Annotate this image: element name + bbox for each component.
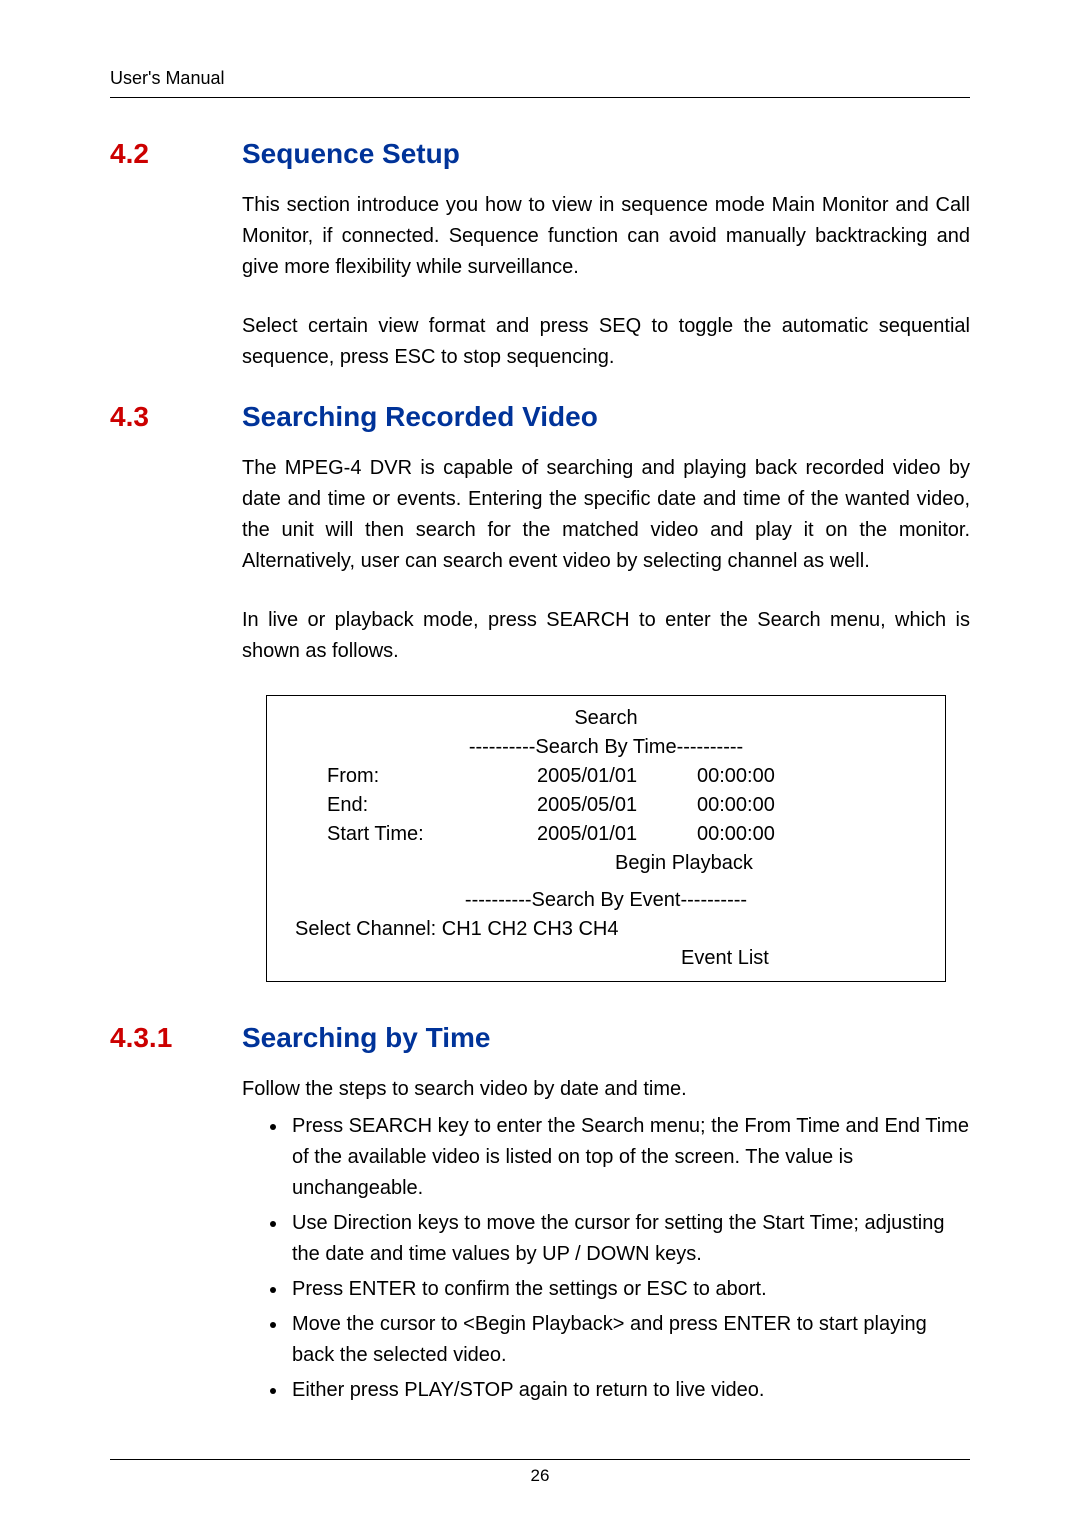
steps-list: Press SEARCH key to enter the Search men… [262,1111,970,1406]
event-list: Event List [283,944,929,973]
paragraph: In live or playback mode, press SEARCH t… [242,605,970,667]
section-4-3-1-intro: Follow the steps to search video by date… [242,1074,970,1105]
begin-playback: Begin Playback [283,849,929,878]
paragraph: Select certain view format and press SEQ… [242,311,970,373]
search-from-row: From: 2005/01/01 00:00:00 [283,762,929,791]
header-label: User's Manual [110,68,970,89]
footer-rule [110,1459,970,1460]
search-start-row: Start Time: 2005/01/01 00:00:00 [283,820,929,849]
search-by-event-divider: ----------Search By Event---------- [283,886,929,915]
header-rule [110,97,970,98]
from-label: From: [327,762,537,791]
from-date: 2005/01/01 [537,762,697,791]
start-time-label: Start Time: [327,820,537,849]
section-title: Sequence Setup [242,138,460,170]
from-time: 00:00:00 [697,762,775,791]
section-4-3-heading: 4.3 Searching Recorded Video [110,401,970,433]
section-4-2-body: This section introduce you how to view i… [242,190,970,373]
list-item: Either press PLAY/STOP again to return t… [288,1375,970,1406]
section-title: Searching Recorded Video [242,401,598,433]
section-number: 4.3.1 [110,1022,242,1054]
list-item: Use Direction keys to move the cursor fo… [288,1208,970,1270]
section-number: 4.3 [110,401,242,433]
search-end-row: End: 2005/05/01 00:00:00 [283,791,929,820]
search-menu-box: Search ----------Search By Time---------… [266,695,946,982]
paragraph: This section introduce you how to view i… [242,190,970,283]
section-4-3-1-heading: 4.3.1 Searching by Time [110,1022,970,1054]
page-footer: 26 [110,1459,970,1486]
section-number: 4.2 [110,138,242,170]
list-item: Press ENTER to confirm the settings or E… [288,1274,970,1305]
paragraph: The MPEG-4 DVR is capable of searching a… [242,453,970,577]
list-item: Move the cursor to <Begin Playback> and … [288,1309,970,1371]
page-number: 26 [110,1466,970,1486]
section-title: Searching by Time [242,1022,490,1054]
search-title: Search [283,704,929,733]
end-time: 00:00:00 [697,791,775,820]
start-date: 2005/01/01 [537,820,697,849]
search-by-time-divider: ----------Search By Time---------- [283,733,929,762]
section-4-3-body: The MPEG-4 DVR is capable of searching a… [242,453,970,982]
end-label: End: [327,791,537,820]
select-channel-row: Select Channel: CH1 CH2 CH3 CH4 [283,915,929,944]
page-content: User's Manual 4.2 Sequence Setup This se… [0,0,1080,1460]
end-date: 2005/05/01 [537,791,697,820]
start-time: 00:00:00 [697,820,775,849]
section-4-2-heading: 4.2 Sequence Setup [110,138,970,170]
list-item: Press SEARCH key to enter the Search men… [288,1111,970,1204]
